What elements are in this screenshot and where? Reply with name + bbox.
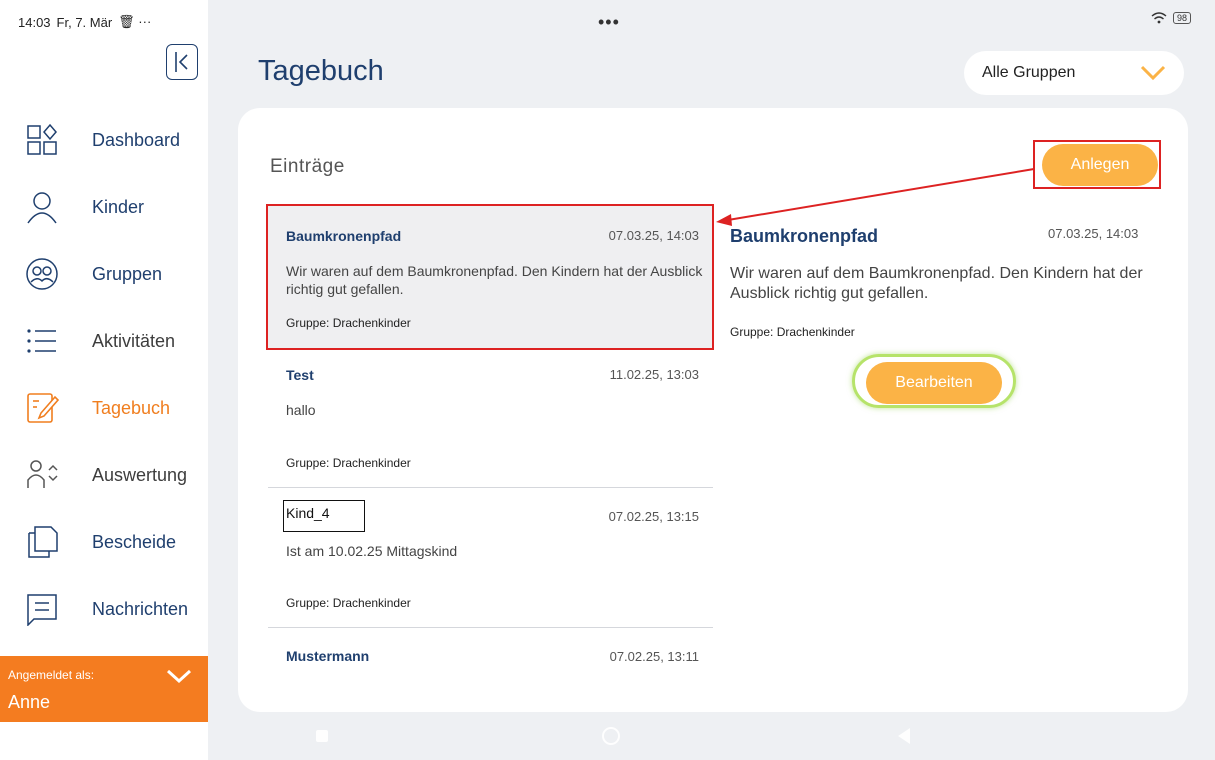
list-item[interactable]: Test 11.02.25, 13:03 hallo Gruppe: Drach…: [268, 351, 713, 487]
list-item[interactable]: Mustermann 07.02.25, 13:11: [268, 628, 713, 688]
detail-title: Baumkronenpfad: [730, 226, 879, 246]
entry-group: Gruppe: Drachenkinder: [286, 596, 411, 610]
entry-text: hallo: [286, 402, 316, 418]
entry-text: Ist am 10.02.25 Mittagskind: [286, 543, 458, 559]
entry-date: 11.02.25, 13:03: [609, 367, 699, 382]
entry-group: Gruppe: Drachenkinder: [286, 456, 411, 470]
detail-date: 07.03.25, 14:03: [1048, 226, 1139, 241]
back-button[interactable]: [898, 728, 910, 744]
detail-group: Gruppe: Drachenkinder: [730, 325, 855, 339]
entry-title: Test: [286, 367, 314, 383]
edit-entry-button[interactable]: Bearbeiten: [866, 362, 1002, 404]
entry-date: 07.02.25, 13:15: [608, 509, 699, 524]
entry-title: Mustermann: [286, 648, 370, 664]
entry-date: 07.02.25, 13:11: [609, 649, 699, 664]
annotation-outline-box: [283, 500, 365, 532]
home-button[interactable]: [602, 727, 620, 745]
detail-text: Wir waren auf dem Baumkronenpfad. Den Ki…: [730, 265, 1143, 302]
annotation-highlight-box: [266, 204, 714, 350]
recent-apps-button[interactable]: [316, 730, 328, 742]
